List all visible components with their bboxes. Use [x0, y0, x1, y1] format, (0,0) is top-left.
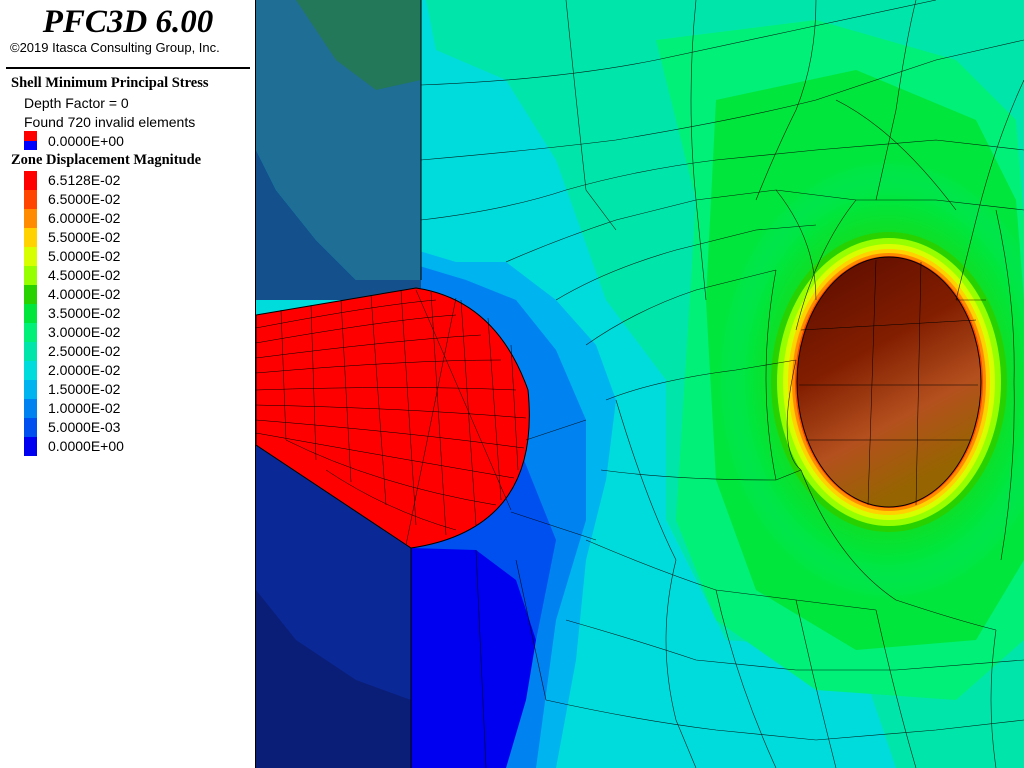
zone-legend-label: 5.5000E-02	[48, 229, 121, 245]
zone-legend-swatch	[24, 304, 37, 323]
zone-legend-swatch	[24, 285, 37, 304]
title-divider	[6, 67, 250, 69]
invalid-elements-text: Found 720 invalid elements	[24, 114, 196, 130]
app-title: PFC3D 6.00	[42, 4, 214, 40]
shell-stress-value: 0.0000E+00	[48, 133, 124, 149]
copyright-text: ©2019 Itasca Consulting Group, Inc.	[10, 40, 220, 55]
zone-legend-swatch	[24, 418, 37, 437]
zone-legend-label: 6.5128E-02	[48, 172, 121, 188]
zone-legend-label: 4.0000E-02	[48, 286, 121, 302]
shell-stress-swatch-red	[24, 131, 37, 141]
zone-legend-swatch	[24, 380, 37, 399]
zone-legend-swatch	[24, 323, 37, 342]
zone-legend-label: 3.5000E-02	[48, 305, 121, 321]
zone-legend-swatch	[24, 190, 37, 209]
shell-stress-title: Shell Minimum Principal Stress	[11, 75, 209, 91]
zone-legend-label: 2.0000E-02	[48, 362, 121, 378]
zone-legend-label: 5.0000E-03	[48, 419, 121, 435]
shell-stress-swatch-blue	[24, 141, 37, 150]
zone-legend-swatch	[24, 247, 37, 266]
zone-legend-label: 3.0000E-02	[48, 324, 121, 340]
zone-legend-swatch	[24, 437, 37, 456]
zone-legend-swatch	[24, 209, 37, 228]
zone-legend-swatch	[24, 228, 37, 247]
zone-legend-swatch	[24, 171, 37, 190]
zone-legend-label: 4.5000E-02	[48, 267, 121, 283]
zone-legend-label: 6.0000E-02	[48, 210, 121, 226]
model-viewport[interactable]	[256, 0, 1024, 768]
zone-legend-swatch	[24, 342, 37, 361]
zone-legend-swatch	[24, 266, 37, 285]
model-plot	[256, 0, 1024, 768]
zone-legend-label: 0.0000E+00	[48, 438, 124, 454]
zone-legend-label: 1.5000E-02	[48, 381, 121, 397]
shell-stress-swatch	[24, 131, 37, 150]
zone-legend-label: 1.0000E-02	[48, 400, 121, 416]
zone-legend-swatch	[24, 399, 37, 418]
zone-displacement-title: Zone Displacement Magnitude	[11, 152, 202, 168]
legend-panel: PFC3D 6.00 ©2019 Itasca Consulting Group…	[0, 0, 256, 768]
depth-factor-text: Depth Factor = 0	[24, 95, 129, 111]
zone-legend-label: 2.5000E-02	[48, 343, 121, 359]
zone-legend-label: 5.0000E-02	[48, 248, 121, 264]
zone-legend-swatch	[24, 361, 37, 380]
hole-cavity	[796, 256, 982, 508]
zone-legend-label: 6.5000E-02	[48, 191, 121, 207]
